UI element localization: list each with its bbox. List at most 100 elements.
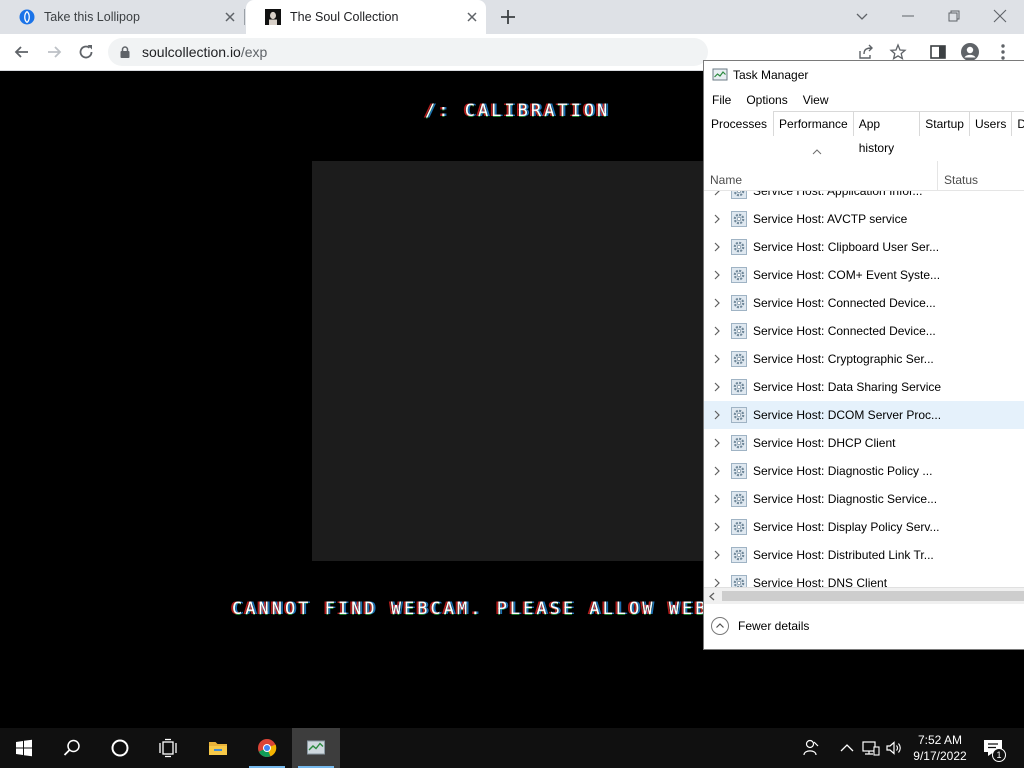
new-tab-plus-icon[interactable] — [498, 7, 518, 27]
tab-performance[interactable]: Performance — [773, 111, 854, 136]
bookmark-star-icon[interactable] — [888, 42, 908, 62]
process-name: Service Host: Distributed Link Tr... — [753, 548, 934, 562]
process-row[interactable]: Service Host: Distributed Link Tr... — [704, 541, 1024, 569]
tab-details[interactable]: D — [1011, 111, 1024, 136]
share-icon[interactable] — [856, 42, 876, 62]
tab-startup[interactable]: Startup — [919, 111, 970, 136]
process-row[interactable]: Service Host: Application Infor... — [704, 191, 1024, 205]
expand-chevron-icon[interactable] — [712, 242, 722, 252]
sort-ascending-icon[interactable] — [812, 149, 822, 155]
file-explorer-button[interactable] — [194, 728, 242, 768]
process-row[interactable]: Service Host: Diagnostic Policy ... — [704, 457, 1024, 485]
expand-chevron-icon[interactable] — [712, 298, 722, 308]
scroll-left-arrow-icon[interactable] — [708, 592, 716, 601]
more-menu-icon[interactable] — [993, 42, 1013, 62]
task-manager-icon — [307, 740, 325, 755]
process-row[interactable]: Service Host: Diagnostic Service... — [704, 485, 1024, 513]
tab-search-chevron-icon[interactable] — [852, 6, 872, 26]
process-row[interactable]: Service Host: Clipboard User Ser... — [704, 233, 1024, 261]
show-hidden-icons-chevron-icon[interactable] — [837, 738, 857, 758]
expand-chevron-icon[interactable] — [712, 438, 722, 448]
process-row[interactable]: Service Host: COM+ Event Syste... — [704, 261, 1024, 289]
process-name: Service Host: Application Infor... — [753, 191, 923, 198]
chrome-button[interactable] — [243, 728, 291, 768]
column-divider[interactable] — [937, 161, 938, 191]
scrollbar-thumb[interactable] — [722, 591, 1024, 601]
task-manager-taskbar-button[interactable] — [292, 728, 340, 768]
task-view-icon — [159, 738, 177, 758]
side-panel-icon[interactable] — [928, 42, 948, 62]
expand-chevron-icon[interactable] — [712, 214, 722, 224]
task-view-button[interactable] — [144, 728, 192, 768]
start-button[interactable] — [0, 728, 48, 768]
fewer-details-label: Fewer details — [738, 619, 810, 633]
volume-icon[interactable] — [884, 738, 904, 758]
forward-arrow-icon[interactable] — [44, 42, 64, 62]
process-row[interactable]: Service Host: DCOM Server Proc... — [704, 401, 1024, 429]
horizontal-scrollbar[interactable] — [704, 587, 1024, 604]
process-row[interactable]: Service Host: Display Policy Serv... — [704, 513, 1024, 541]
address-bar[interactable]: soulcollection.io/exp — [108, 38, 708, 66]
url-path: /exp — [240, 44, 268, 60]
cortana-button[interactable] — [96, 728, 144, 768]
profile-avatar-icon[interactable] — [960, 42, 980, 62]
expand-chevron-icon[interactable] — [712, 466, 722, 476]
expand-chevron-icon[interactable] — [712, 382, 722, 392]
clock-date: 9/17/2022 — [913, 749, 967, 763]
process-row[interactable]: Service Host: DHCP Client — [704, 429, 1024, 457]
search-button[interactable] — [48, 728, 96, 768]
service-gear-icon — [731, 547, 747, 563]
process-name: Service Host: Data Sharing Service — [753, 380, 942, 394]
people-icon[interactable] — [801, 738, 821, 758]
reload-icon[interactable] — [76, 42, 96, 62]
expand-chevron-icon[interactable] — [712, 578, 722, 587]
task-manager-window: Task Manager File Options View Processes… — [703, 60, 1024, 650]
process-list: Service Host: Application Infor... Servic… — [704, 191, 1024, 587]
tab-the-soul-collection[interactable]: The Soul Collection — [246, 0, 486, 34]
process-row[interactable]: Service Host: DNS Client — [704, 569, 1024, 587]
menu-view[interactable]: View — [795, 93, 836, 107]
expand-chevron-icon[interactable] — [712, 326, 722, 336]
column-header-name[interactable]: Name — [710, 173, 742, 187]
expand-chevron-icon[interactable] — [712, 522, 722, 532]
system-clock[interactable]: 7:52 AM 9/17/2022 — [906, 732, 974, 764]
process-row[interactable]: Service Host: Connected Device... — [704, 317, 1024, 345]
service-gear-icon — [731, 191, 747, 199]
close-window-icon[interactable] — [990, 6, 1010, 26]
expand-chevron-icon[interactable] — [712, 191, 722, 196]
close-tab-icon[interactable] — [222, 9, 238, 25]
lollipop-globe-icon — [19, 9, 35, 25]
menu-file[interactable]: File — [704, 93, 738, 107]
webcam-preview-area — [312, 161, 712, 561]
back-arrow-icon[interactable] — [12, 42, 32, 62]
webcam-error-message: CANNOT FIND WEBCAM. PLEASE ALLOW WEBCAM — [232, 599, 749, 619]
service-gear-icon — [731, 267, 747, 283]
minimize-icon[interactable] — [898, 6, 918, 26]
expand-chevron-icon[interactable] — [712, 410, 722, 420]
notification-count-badge: 1 — [992, 748, 1006, 762]
lock-icon[interactable] — [118, 45, 132, 59]
restore-icon[interactable] — [944, 6, 964, 26]
service-gear-icon — [731, 323, 747, 339]
process-row[interactable]: Service Host: Data Sharing Service — [704, 373, 1024, 401]
expand-chevron-icon[interactable] — [712, 494, 722, 504]
process-row[interactable]: Service Host: Cryptographic Ser... — [704, 345, 1024, 373]
tab-processes[interactable]: Processes — [704, 111, 775, 136]
menu-options[interactable]: Options — [738, 93, 794, 107]
task-manager-title-bar[interactable]: Task Manager — [704, 61, 1024, 89]
process-row[interactable]: Service Host: AVCTP service — [704, 205, 1024, 233]
tab-take-this-lollipop[interactable]: Take this Lollipop — [0, 0, 244, 34]
column-header-status[interactable]: Status — [944, 173, 978, 187]
fewer-details-button[interactable]: Fewer details — [710, 616, 809, 636]
process-name: Service Host: COM+ Event Syste... — [753, 268, 941, 282]
url-host: soulcollection.io — [142, 44, 241, 60]
tab-app-history[interactable]: App history — [852, 111, 921, 155]
tab-users[interactable]: Users — [968, 111, 1013, 136]
expand-chevron-icon[interactable] — [712, 354, 722, 364]
expand-chevron-icon[interactable] — [712, 270, 722, 280]
process-row[interactable]: Service Host: Connected Device... — [704, 289, 1024, 317]
expand-chevron-icon[interactable] — [712, 550, 722, 560]
process-name: Service Host: Diagnostic Policy ... — [753, 464, 933, 478]
network-icon[interactable] — [861, 738, 881, 758]
close-tab-icon[interactable] — [464, 9, 480, 25]
